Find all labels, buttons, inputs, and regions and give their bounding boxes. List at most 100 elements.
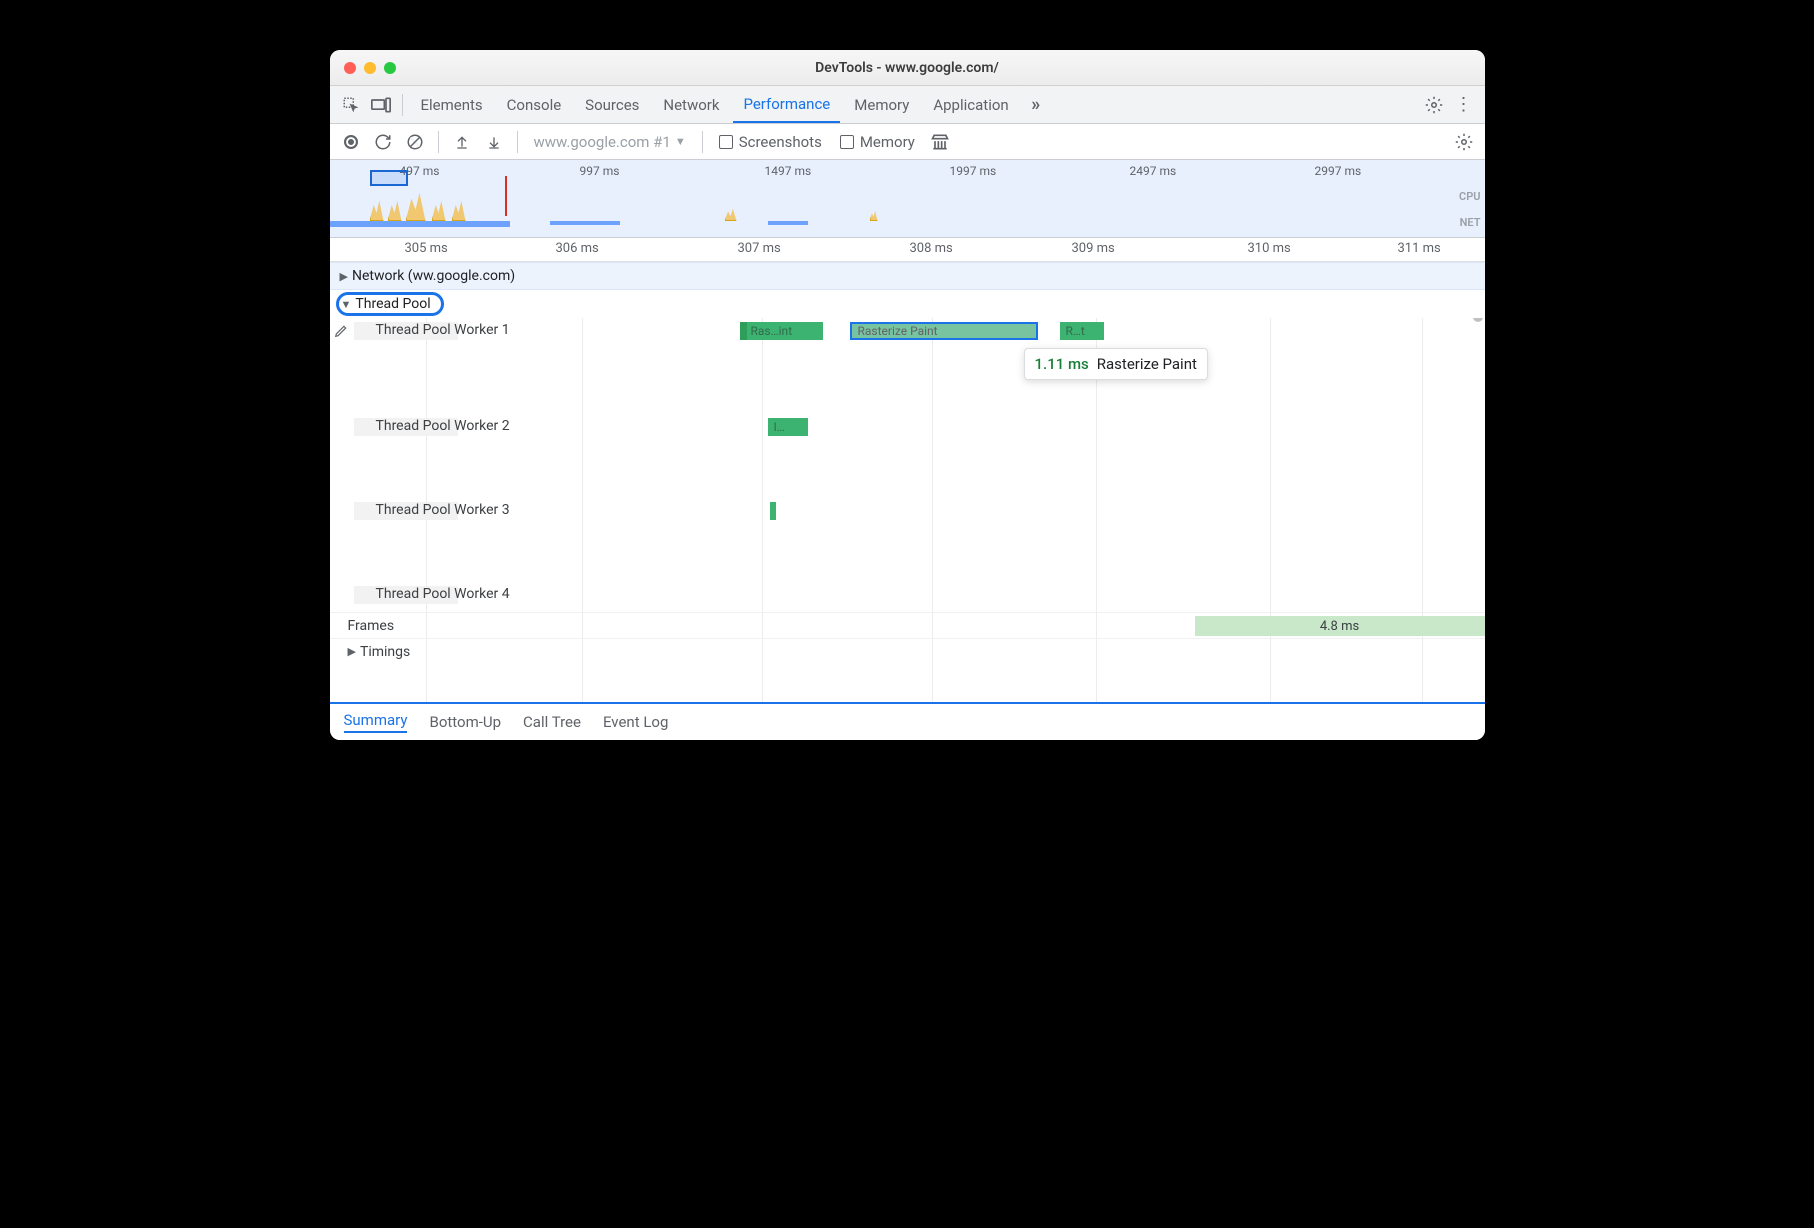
overview-tick: 1497 ms — [765, 164, 812, 178]
perf-toolbar: www.google.com #1 ▼ Screenshots Memory — [330, 124, 1485, 160]
flame-bar-prefix — [740, 322, 747, 340]
overview-net-bar — [330, 221, 510, 227]
memory-label: Memory — [860, 133, 915, 151]
screenshots-checkbox[interactable]: Screenshots — [713, 133, 828, 151]
overview-tick: 2497 ms — [1130, 164, 1177, 178]
clear-button[interactable] — [402, 129, 428, 155]
ruler-tick: 309 ms — [1072, 241, 1115, 256]
thread-pool-highlight: ▼ Thread Pool — [336, 292, 444, 316]
tab-sources[interactable]: Sources — [575, 86, 649, 123]
separator — [402, 94, 403, 116]
record-button[interactable] — [338, 129, 364, 155]
overview-strip[interactable]: 497 ms 997 ms 1497 ms 1997 ms 2497 ms 29… — [330, 160, 1485, 238]
tooltip: 1.11 ms Rasterize Paint — [1024, 348, 1208, 380]
expand-icon: ▶ — [348, 645, 356, 658]
edit-icon[interactable] — [334, 324, 348, 338]
btab-bottomup[interactable]: Bottom-Up — [429, 713, 501, 731]
overview-activity — [406, 193, 426, 221]
devtools-window: DevTools - www.google.com/ Elements Cons… — [330, 50, 1485, 740]
worker-track[interactable]: Thread Pool Worker 1 Ras…int Rasterize P… — [330, 318, 1485, 414]
separator — [517, 131, 518, 153]
chevron-down-icon: ▼ — [675, 135, 686, 148]
timeline-ruler[interactable]: 305 ms 306 ms 307 ms 308 ms 309 ms 310 m… — [330, 238, 1485, 262]
device-toggle-icon[interactable] — [368, 92, 394, 118]
overview-marker — [505, 176, 507, 216]
ruler-tick: 308 ms — [910, 241, 953, 256]
flame-chart[interactable]: ▶ Network (ww.google.com) ▼ Thread Pool … — [330, 262, 1485, 702]
worker-track[interactable]: Thread Pool Worker 3 — [330, 498, 1485, 582]
profile-select[interactable]: www.google.com #1 ▼ — [528, 133, 692, 151]
ruler-tick: 305 ms — [405, 241, 448, 256]
fullscreen-icon[interactable] — [384, 62, 396, 74]
worker-label: Thread Pool Worker 2 — [376, 418, 510, 434]
worker-track[interactable]: Thread Pool Worker 2 I… — [330, 414, 1485, 498]
ruler-tick: 306 ms — [556, 241, 599, 256]
kebab-menu-icon[interactable]: ⋮ — [1451, 92, 1477, 118]
frames-row[interactable]: Frames 4.8 ms — [330, 612, 1485, 638]
flame-bar[interactable]: R…t — [1060, 322, 1104, 340]
btab-summary[interactable]: Summary — [344, 711, 408, 733]
worker-label: Thread Pool Worker 1 — [376, 322, 510, 338]
minimize-icon[interactable] — [364, 62, 376, 74]
cpu-label: CPU — [1459, 190, 1480, 203]
expand-icon: ▶ — [340, 270, 348, 283]
collapse-icon: ▼ — [341, 298, 352, 311]
flame-bar[interactable]: Ras…int — [745, 322, 823, 340]
frame-bar[interactable]: 4.8 ms — [1195, 616, 1485, 636]
garbage-collect-icon[interactable] — [927, 129, 953, 155]
overview-selection[interactable] — [370, 170, 408, 186]
overview-tick: 1997 ms — [950, 164, 997, 178]
upload-profile-icon[interactable] — [449, 129, 475, 155]
tab-elements[interactable]: Elements — [411, 86, 493, 123]
tab-network[interactable]: Network — [653, 86, 729, 123]
btab-eventlog[interactable]: Event Log — [603, 713, 668, 731]
thread-pool-section-header[interactable]: ▼ Thread Pool — [330, 290, 1485, 318]
overview-tick: 2997 ms — [1315, 164, 1362, 178]
overview-activity — [432, 201, 446, 221]
worker-track[interactable]: Thread Pool Worker 4 — [330, 582, 1485, 612]
worker-label: Thread Pool Worker 4 — [376, 586, 510, 602]
window-title: DevTools - www.google.com/ — [330, 60, 1485, 76]
inspect-icon[interactable] — [338, 92, 364, 118]
memory-checkbox[interactable]: Memory — [834, 133, 921, 151]
ruler-tick: 310 ms — [1248, 241, 1291, 256]
capture-settings-icon[interactable] — [1451, 129, 1477, 155]
separator — [438, 131, 439, 153]
btab-calltree[interactable]: Call Tree — [523, 713, 581, 731]
screenshots-label: Screenshots — [739, 133, 822, 151]
tab-memory[interactable]: Memory — [844, 86, 919, 123]
more-tabs-icon[interactable]: » — [1023, 92, 1049, 118]
network-label: Network (ww.google.com) — [352, 268, 515, 284]
checkbox-icon — [840, 135, 854, 149]
checkbox-icon — [719, 135, 733, 149]
overview-activity — [370, 201, 384, 221]
overview-activity — [452, 201, 466, 221]
tab-performance[interactable]: Performance — [733, 86, 840, 123]
close-icon[interactable] — [344, 62, 356, 74]
tooltip-value: 1.11 ms — [1035, 355, 1089, 373]
tab-console[interactable]: Console — [497, 86, 572, 123]
reload-button[interactable] — [370, 129, 396, 155]
profile-select-value: www.google.com #1 — [534, 133, 671, 151]
timings-row[interactable]: ▶ Timings — [330, 638, 1485, 664]
traffic-lights — [330, 62, 396, 74]
timings-label: Timings — [360, 644, 410, 660]
flame-bar-selected[interactable]: Rasterize Paint — [850, 322, 1038, 340]
download-profile-icon[interactable] — [481, 129, 507, 155]
settings-icon[interactable] — [1421, 92, 1447, 118]
overview-tick: 997 ms — [580, 164, 620, 178]
overview-net-bar — [768, 221, 808, 225]
flame-bar[interactable] — [770, 502, 776, 520]
overview-activity — [725, 209, 737, 221]
ruler-tick: 311 ms — [1398, 241, 1441, 256]
tab-application[interactable]: Application — [923, 86, 1018, 123]
main-tabs: Elements Console Sources Network Perform… — [330, 86, 1485, 124]
overview-activity — [870, 211, 878, 221]
net-label: NET — [1460, 216, 1481, 229]
titlebar: DevTools - www.google.com/ — [330, 50, 1485, 86]
network-section-header[interactable]: ▶ Network (ww.google.com) — [330, 262, 1485, 290]
frame-value: 4.8 ms — [1320, 619, 1359, 634]
frames-label: Frames — [348, 618, 395, 634]
ruler-tick: 307 ms — [738, 241, 781, 256]
flame-bar[interactable]: I… — [768, 418, 808, 436]
